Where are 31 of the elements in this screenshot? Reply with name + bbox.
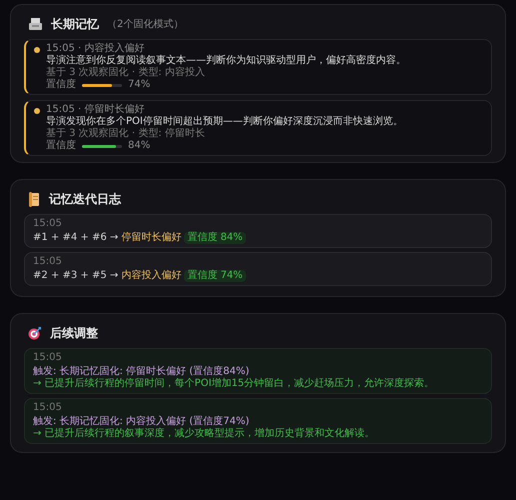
memory-meta: 15:05 · 内容投入偏好: [46, 43, 146, 54]
confidence-label: 置信度: [46, 140, 76, 152]
section-title: 后续调整: [50, 325, 98, 342]
tray-icon: [28, 17, 43, 31]
target-icon: [28, 326, 42, 340]
adjustment-action: → 已提升后续行程的叙事深度，减少攻略型提示，增加历史背景和文化解读。: [33, 428, 376, 440]
confidence-reading: 84%: [128, 140, 150, 152]
adjustment-trigger: 触发: 长期记忆固化: 停留时长偏好 (置信度84%): [33, 366, 250, 378]
memory-text: 导演发现你在多个POI停留时间超出预期——判断你偏好深度沉浸而非快速浏览。: [46, 116, 403, 128]
scroll-icon: [28, 192, 41, 206]
confidence-reading: 74%: [128, 79, 150, 91]
memory-basis: 基于 3 次观察固化 · 类型: 内容投入: [46, 67, 206, 78]
adjustment-time: 15:05: [33, 402, 63, 414]
memory-basis: 基于 3 次观察固化 · 类型: 停留时长: [46, 128, 206, 140]
adjustment-time: 15:05: [33, 352, 63, 364]
section-title: 长期记忆: [51, 16, 99, 33]
confidence-badge: 置信度 84%: [184, 232, 246, 244]
log-result: 停留时长偏好: [121, 232, 182, 244]
memory-text: 导演注意到你反复阅读叙事文本——判断你为知识驱动型用户，偏好高密度内容。: [46, 55, 406, 66]
log-time: 15:05: [33, 256, 63, 268]
confidence-label: 置信度: [46, 79, 76, 91]
confidence-badge: 置信度 74%: [184, 270, 246, 282]
section-subtitle: （2个固化模式）: [107, 18, 184, 32]
section-title: 记忆迭代日志: [49, 191, 121, 208]
adjustment-trigger: 触发: 长期记忆固化: 内容投入偏好 (置信度74%): [33, 416, 250, 428]
log-sources: #1 + #4 + #6 →: [33, 232, 118, 244]
log-result: 内容投入偏好: [121, 270, 182, 282]
memory-meta: 15:05 · 停留时长偏好: [46, 104, 146, 116]
adjustment-action: → 已提升后续行程的停留时间，每个POI增加15分钟留白，减少赶场压力，允许深度探索。: [33, 378, 436, 390]
log-time: 15:05: [33, 218, 63, 230]
log-sources: #2 + #3 + #5 →: [33, 270, 118, 282]
